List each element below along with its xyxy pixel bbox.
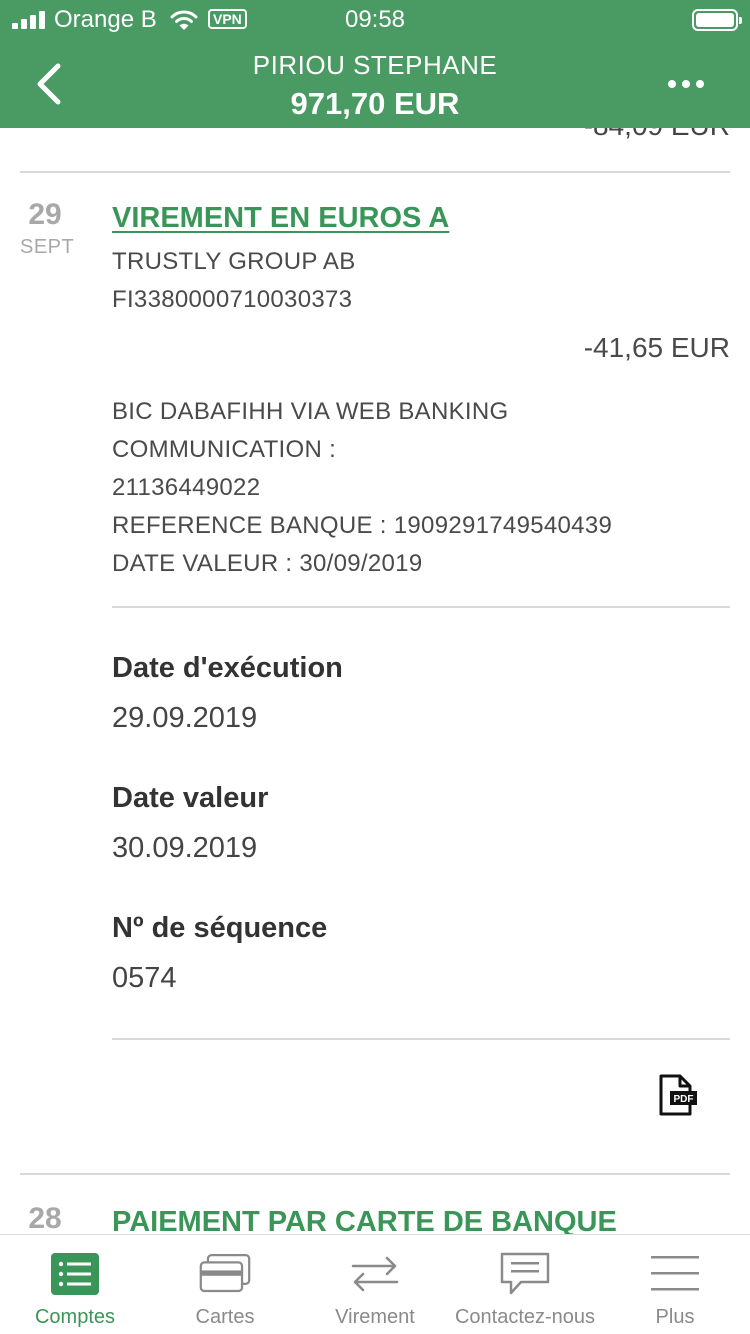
tab-label: Comptes [34,1306,116,1328]
transaction-detail-line: COMMUNICATION : [112,436,337,463]
chat-icon [500,1252,550,1295]
transaction-day: 29 [28,198,62,231]
execution-date-label: Date d'exécution [112,652,343,684]
tab-label: Cartes [195,1306,255,1328]
divider [20,171,730,173]
header: PIRIOU STEPHANE 971,70 EUR [0,40,750,128]
menu-icon [651,1256,699,1291]
sequence-number-value: 0574 [112,962,177,994]
battery-icon [692,9,742,31]
sequence-number-label: Nº de séquence [112,912,328,944]
value-date-label: Date valeur [112,782,269,814]
tab-label: Plus [655,1306,695,1328]
tab-label: Contactez-nous [454,1306,596,1328]
divider [20,1173,730,1175]
divider [112,606,730,608]
clock: 09:58 [344,6,406,33]
transaction-list[interactable]: -84,09 EUR 29 SEPT VIREMENT EN EUROS A T… [0,128,750,1234]
previous-transaction-amount: -84,09 EUR [584,128,730,142]
account-holder-name: PIRIOU STEPHANE [252,50,498,80]
transaction-beneficiary: TRUSTLY GROUP AB [112,248,356,275]
divider [112,1038,730,1040]
tab-comptes[interactable]: Comptes [0,1235,150,1334]
transfer-icon [351,1256,399,1292]
transaction-month: SEPT [20,236,75,258]
transaction-title[interactable]: VIREMENT EN EUROS A [112,202,449,235]
pdf-download-icon[interactable]: PDF [658,1074,698,1116]
execution-date-value: 29.09.2019 [112,702,258,734]
transaction-detail-line: BIC DABAFIHH VIA WEB BANKING [112,398,509,425]
svg-text:PDF: PDF [674,1094,694,1105]
next-transaction-day: 28 [28,1202,62,1234]
status-bar: Orange B VPN 09:58 [0,0,750,40]
tab-plus[interactable]: Plus [600,1235,750,1334]
tab-contactez-nous[interactable]: Contactez-nous [450,1235,600,1334]
transaction-detail-line: REFERENCE BANQUE : 1909291749540439 [112,512,613,539]
tab-virement[interactable]: Virement [300,1235,450,1334]
transaction-detail-line: DATE VALEUR : 30/09/2019 [112,550,423,577]
value-date-value: 30.09.2019 [112,832,258,864]
transaction-iban: FI3380000710030373 [112,286,353,313]
tab-cartes[interactable]: Cartes [150,1235,300,1334]
transaction-amount: -41,65 EUR [583,332,730,363]
more-options-icon[interactable] [668,80,704,90]
tab-bar: Comptes Cartes Virement Contactez-nous P… [0,1234,750,1334]
tab-label: Virement [335,1306,415,1328]
list-icon [51,1253,99,1295]
next-transaction-title[interactable]: PAIEMENT PAR CARTE DE BANQUE [112,1206,617,1234]
account-balance: 971,70 EUR [290,86,460,121]
card-icon [199,1254,251,1293]
transaction-detail-line: 21136449022 [112,474,261,501]
